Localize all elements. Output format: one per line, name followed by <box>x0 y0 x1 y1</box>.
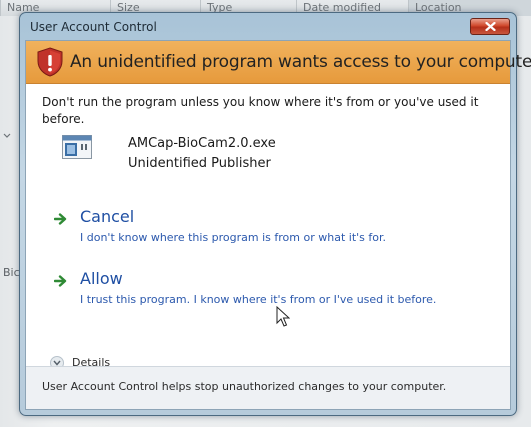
program-icon <box>62 135 92 163</box>
title-bar[interactable]: User Account Control <box>20 13 516 39</box>
publisher-name: Unidentified Publisher <box>128 156 271 171</box>
shield-warning-icon <box>36 47 64 81</box>
dialog-title: User Account Control <box>30 20 157 34</box>
collapse-chevron-icon <box>3 129 11 142</box>
cancel-option[interactable]: Cancel I don't know where this program i… <box>40 206 488 254</box>
background-side-label: Bic <box>3 266 20 279</box>
allow-option[interactable]: Allow I trust this program. I know where… <box>40 268 488 316</box>
warning-banner: An unidentified program wants access to … <box>26 41 531 84</box>
banner-message: An unidentified program wants access to … <box>70 52 531 72</box>
cancel-label[interactable]: Cancel <box>80 207 134 226</box>
green-arrow-icon <box>53 210 68 229</box>
dialog-content: An unidentified program wants access to … <box>25 40 531 410</box>
program-name: AMCap-BioCam2.0.exe <box>128 136 276 151</box>
footer-text: User Account Control helps stop unauthor… <box>42 380 447 393</box>
allow-label[interactable]: Allow <box>80 269 123 288</box>
warning-text: Don't run the program unless you know wh… <box>42 95 479 126</box>
allow-description: I trust this program. I know where it's … <box>80 293 437 306</box>
uac-dialog: User Account Control An unidentified pro… <box>19 12 531 416</box>
close-button[interactable] <box>470 18 510 35</box>
dialog-footer: User Account Control helps stop unauthor… <box>26 366 510 409</box>
mouse-pointer-icon <box>276 305 291 332</box>
cancel-description: I don't know where this program is from … <box>80 231 387 244</box>
green-arrow-icon <box>53 272 68 291</box>
